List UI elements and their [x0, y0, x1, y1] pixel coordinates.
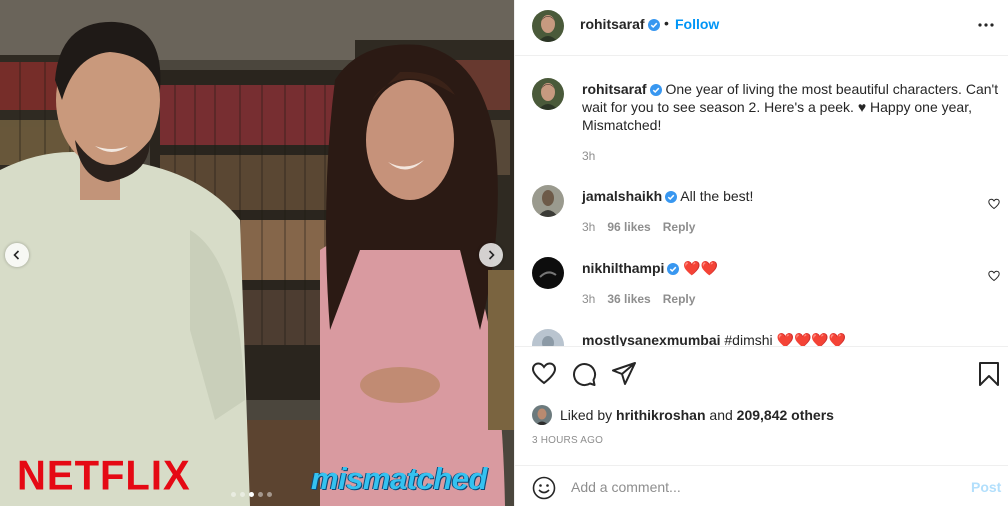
- avatar-image: [532, 405, 552, 425]
- comment-time[interactable]: 3h: [582, 292, 595, 306]
- liked-by-others[interactable]: 209,842 others: [737, 407, 834, 423]
- verified-badge-icon: [647, 19, 660, 31]
- actions-section: Liked by hrithikroshan and 209,842 other…: [515, 346, 1008, 506]
- avatar-image: [532, 10, 564, 42]
- heart-icon: [988, 270, 1000, 282]
- caption-time[interactable]: 3h: [582, 149, 595, 163]
- comment-time[interactable]: 3h: [582, 220, 595, 234]
- post-header: rohitsaraf • Follow: [515, 0, 1008, 56]
- comment-input[interactable]: [571, 477, 951, 497]
- comment-icon[interactable]: [571, 361, 597, 387]
- share-icon[interactable]: [611, 361, 637, 387]
- netflix-logo-text: NETFLIX: [17, 452, 191, 500]
- comment-reply-button[interactable]: Reply: [663, 220, 696, 234]
- comment-reply-button[interactable]: Reply: [663, 292, 696, 306]
- comments-list[interactable]: rohitsaraf One year of living the most b…: [515, 57, 1008, 346]
- comment-text-block: jamalshaikh All the best!: [582, 187, 1000, 205]
- verified-badge-icon: [665, 191, 678, 203]
- carousel-prev-button[interactable]: [5, 243, 29, 267]
- avatar-image: [532, 257, 564, 289]
- carousel-indicator: [231, 492, 272, 497]
- verified-badge-icon: [667, 263, 680, 275]
- comment-avatar[interactable]: [532, 185, 564, 217]
- comment-avatar[interactable]: [532, 329, 564, 346]
- author-avatar[interactable]: [532, 10, 564, 42]
- comment-text: #dimshi ❤️❤️❤️❤️: [724, 332, 847, 346]
- avatar-image: [532, 78, 564, 110]
- carousel-dot: [231, 492, 236, 497]
- comment-avatar[interactable]: [532, 257, 564, 289]
- carousel-dot: [249, 492, 254, 497]
- comment-username[interactable]: jamalshaikh: [582, 188, 662, 204]
- heart-icon: [988, 198, 1000, 210]
- heart-icon[interactable]: [531, 361, 557, 387]
- follow-button[interactable]: Follow: [675, 16, 719, 32]
- carousel-dot: [240, 492, 245, 497]
- liker-avatar[interactable]: [532, 405, 552, 425]
- add-comment-row: Post: [515, 465, 1008, 506]
- comment-likes[interactable]: 36 likes: [607, 292, 650, 306]
- header-separator: •: [664, 15, 669, 31]
- post-comment-button[interactable]: Post: [971, 479, 1001, 495]
- comment-like-button[interactable]: [988, 197, 1000, 210]
- liked-by-mid: and: [709, 407, 733, 423]
- carousel-dot: [267, 492, 272, 497]
- liked-by-user[interactable]: hrithikroshan: [616, 407, 705, 423]
- comment-text-block: nikhilthampi ❤️❤️: [582, 259, 1000, 277]
- caption-avatar[interactable]: [532, 78, 564, 110]
- comment-username[interactable]: mostlysanexmumbai: [582, 332, 721, 346]
- caption-username[interactable]: rohitsaraf: [582, 81, 647, 97]
- more-options-icon[interactable]: [977, 16, 995, 34]
- show-logo-text: mismatched: [311, 461, 487, 496]
- comment-username[interactable]: nikhilthampi: [582, 260, 664, 276]
- comment-text: All the best!: [680, 188, 754, 204]
- comment-meta: 3h 96 likes Reply: [582, 220, 707, 234]
- comment-meta: 3h 36 likes Reply: [582, 292, 707, 306]
- avatar-image: [532, 185, 564, 217]
- post-media[interactable]: NETFLIX mismatched: [0, 0, 514, 506]
- author-username-text[interactable]: rohitsaraf: [580, 16, 645, 32]
- avatar-image: [532, 329, 564, 346]
- comment-text-block: mostlysanexmumbai #dimshi ❤️❤️❤️❤️: [582, 331, 1000, 346]
- comment-like-button[interactable]: [988, 269, 1000, 282]
- bookmark-icon[interactable]: [976, 361, 1002, 387]
- comment-likes[interactable]: 96 likes: [607, 220, 650, 234]
- caption-meta: 3h: [582, 149, 607, 163]
- carousel-dot: [258, 492, 263, 497]
- liked-by-prefix: Liked by: [560, 407, 613, 423]
- verified-badge-icon: [649, 84, 662, 96]
- emoji-icon[interactable]: [532, 476, 556, 500]
- chevron-right-icon: [488, 250, 495, 260]
- post-panel: rohitsaraf • Follow rohitsaraf One year …: [514, 0, 1008, 506]
- author-username[interactable]: rohitsaraf: [580, 16, 660, 32]
- post-timestamp[interactable]: 3 HOURS AGO: [532, 435, 603, 446]
- chevron-left-icon: [13, 250, 20, 260]
- liked-by-row: Liked by hrithikroshan and 209,842 other…: [532, 405, 834, 425]
- carousel-next-button[interactable]: [479, 243, 503, 267]
- comment-text: ❤️❤️: [683, 260, 719, 276]
- post-photo: [0, 0, 514, 506]
- caption-text-block: rohitsaraf One year of living the most b…: [582, 80, 1000, 134]
